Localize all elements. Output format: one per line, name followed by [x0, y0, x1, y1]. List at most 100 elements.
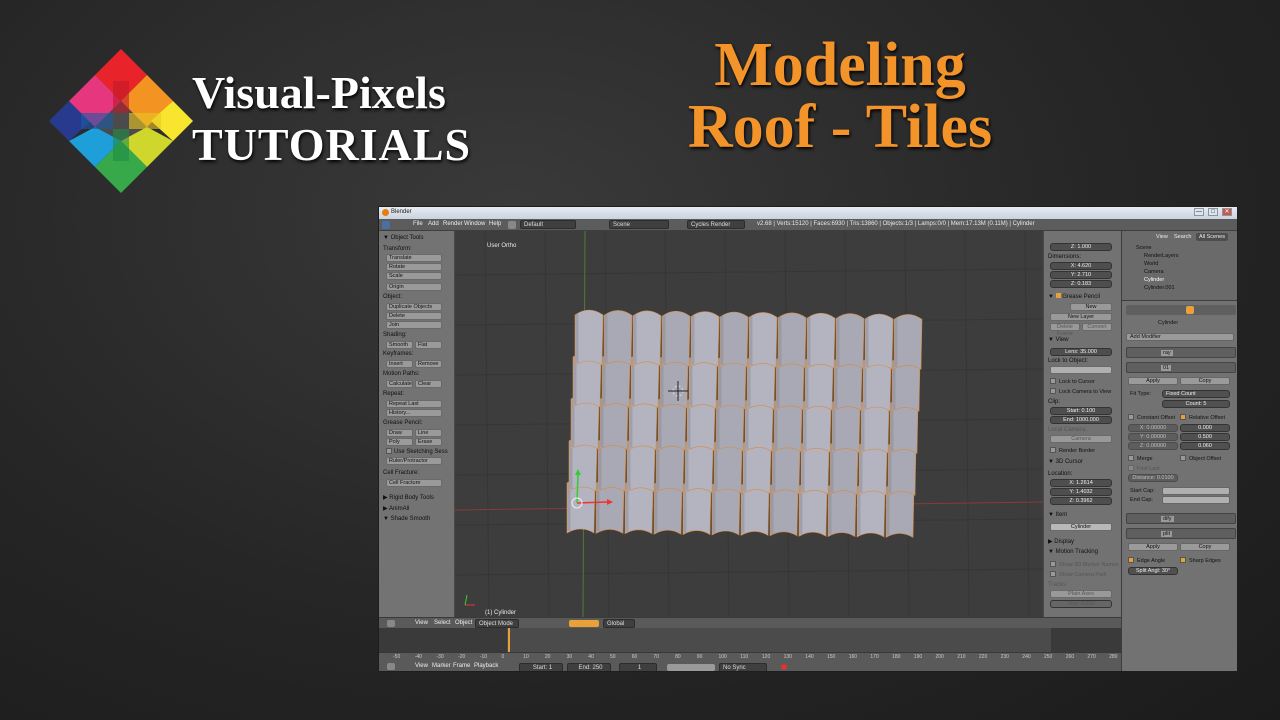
editor-type-icon[interactable]	[387, 620, 395, 627]
clear-button[interactable]: Clear	[415, 380, 442, 388]
modifier-2-name[interactable]: 01	[1161, 365, 1172, 371]
copy-array-button[interactable]: Copy	[1180, 377, 1230, 385]
menu-add[interactable]: Add	[428, 221, 439, 227]
viewport-canvas[interactable]	[455, 231, 1043, 617]
playback-controls[interactable]	[667, 664, 715, 671]
join-button[interactable]: Join	[386, 321, 442, 329]
sharp-edges-checkbox[interactable]: Sharp Edges	[1180, 557, 1221, 564]
draw-button[interactable]: Draw	[386, 429, 413, 437]
outliner-item-scene[interactable]: Scene	[1136, 245, 1152, 251]
constant-x-field[interactable]: X: 0.00000	[1128, 424, 1178, 432]
view-panel[interactable]: ▼ View	[1048, 337, 1069, 343]
outliner-search-menu[interactable]: Search	[1174, 234, 1191, 240]
constant-offset-checkbox[interactable]: Constant Offset	[1128, 414, 1175, 421]
vp-select-menu[interactable]: Select	[434, 620, 451, 626]
add-modifier-dropdown[interactable]: Add Modifier	[1126, 333, 1234, 341]
relative-y-field[interactable]: 0.500	[1180, 433, 1230, 441]
relative-x-field[interactable]: 0.000	[1180, 424, 1230, 432]
roof-tile[interactable]	[777, 312, 807, 369]
track-size-field[interactable]: Size: 0.200	[1050, 600, 1112, 608]
modifier-tab-icon[interactable]	[1186, 306, 1194, 314]
item-panel[interactable]: ▼ Item	[1048, 512, 1067, 518]
dimension-y-field[interactable]: Y: 2.710	[1050, 271, 1112, 279]
cursor-z-field[interactable]: Z: 0.3962	[1050, 497, 1112, 505]
object-tools-header[interactable]: ▼ Object Tools	[383, 235, 424, 241]
clip-start-field[interactable]: Start: 0.100	[1050, 407, 1112, 415]
roof-tile[interactable]	[632, 310, 662, 367]
scale-z-field[interactable]: Z: 1.000	[1050, 243, 1112, 251]
outliner-item-camera[interactable]: Camera	[1144, 269, 1164, 275]
rotate-button[interactable]: Rotate	[386, 263, 442, 271]
roof-tiles-mesh[interactable]	[566, 309, 923, 538]
animall-panel[interactable]: ▶ AnimAll	[383, 505, 409, 512]
lock-object-field[interactable]	[1050, 366, 1112, 374]
tracks-display-field[interactable]: Plain Axes	[1050, 590, 1112, 598]
constant-z-field[interactable]: Z: 0.00000	[1128, 442, 1178, 450]
properties-context-tabs[interactable]	[1126, 305, 1236, 315]
lock-camera-checkbox[interactable]: Lock Camera to View	[1050, 388, 1111, 395]
repeat-last-button[interactable]: Repeat Last	[386, 400, 442, 408]
orientation-selector[interactable]: Global	[603, 619, 635, 628]
dimension-z-field[interactable]: Z: 0.183	[1050, 280, 1112, 288]
outliner-item-cylinder[interactable]: Cylinder	[1144, 277, 1164, 283]
modifier-1-name[interactable]: ray	[1161, 350, 1173, 356]
calculate-button[interactable]: Calculate	[386, 380, 413, 388]
tl-view-menu[interactable]: View	[415, 663, 428, 669]
modifier-3-header[interactable]: dify	[1126, 513, 1236, 524]
apply-split-button[interactable]: Apply	[1128, 543, 1178, 551]
edge-angle-checkbox[interactable]: Edge Angle	[1128, 557, 1165, 564]
rigid-body-panel[interactable]: ▶ Rigid Body Tools	[383, 494, 434, 501]
modifier-3-name[interactable]: dify	[1161, 516, 1174, 522]
modifier-4-name[interactable]: plit	[1161, 531, 1173, 537]
convert-button[interactable]: Convert	[1082, 323, 1112, 331]
outliner-item-renderlayers[interactable]: RenderLayers	[1144, 253, 1179, 259]
menu-render[interactable]: Render	[443, 221, 463, 227]
manipulator-toggles[interactable]	[569, 620, 599, 627]
roof-tile[interactable]	[661, 310, 691, 367]
modifier-4-header[interactable]: plit	[1126, 528, 1236, 539]
end-frame-field[interactable]: End: 250	[567, 663, 611, 671]
tl-marker-menu[interactable]: Marker	[432, 663, 451, 669]
copy-split-button[interactable]: Copy	[1180, 543, 1230, 551]
dimension-x-field[interactable]: X: 4.620	[1050, 262, 1112, 270]
minimize-button[interactable]: —	[1194, 208, 1204, 216]
constant-y-field[interactable]: Y: 0.00000	[1128, 433, 1178, 441]
roof-tile[interactable]	[603, 310, 633, 366]
modifier-2-header[interactable]: 01	[1126, 362, 1236, 373]
new-layer-button[interactable]: New Layer	[1050, 313, 1112, 321]
timeline[interactable]	[379, 628, 1121, 652]
tl-frame-menu[interactable]: Frame	[453, 663, 470, 669]
roof-tile[interactable]	[719, 311, 749, 368]
fit-type-dropdown[interactable]: Fixed Count	[1162, 390, 1230, 398]
origin-button[interactable]: Origin	[386, 283, 442, 291]
cursor-y-field[interactable]: Y: 1.4032	[1050, 488, 1112, 496]
translate-button[interactable]: Translate	[386, 254, 442, 262]
roof-tile[interactable]	[748, 312, 778, 368]
display-panel[interactable]: ▶ Display	[1048, 538, 1074, 545]
split-angle-field[interactable]: Split Angl: 30°	[1128, 567, 1178, 575]
relative-z-field[interactable]: 0.060	[1180, 442, 1230, 450]
merge-checkbox[interactable]: Merge	[1128, 455, 1153, 462]
new-gp-button[interactable]: New	[1070, 303, 1112, 311]
erase-button[interactable]: Erase	[415, 438, 442, 446]
outliner-item-world[interactable]: World	[1144, 261, 1158, 267]
info-editor-icon[interactable]	[382, 221, 390, 229]
menu-help[interactable]: Help	[489, 221, 501, 227]
tl-playback-menu[interactable]: Playback	[474, 663, 498, 669]
cell-fracture-button[interactable]: Cell Fracture	[386, 479, 442, 487]
roof-tile[interactable]	[864, 313, 894, 370]
object-offset-checkbox[interactable]: Object Offset	[1180, 455, 1221, 462]
clip-end-field[interactable]: End: 1000.000	[1050, 416, 1112, 424]
sketching-checkbox[interactable]: Use Sketching Sess	[386, 448, 448, 455]
3d-viewport[interactable]: User Ortho (1) Cylinder	[455, 231, 1043, 617]
remove-keyframe-button[interactable]: Remove	[415, 360, 442, 368]
grease-pencil-panel[interactable]: ▼ Grease Pencil	[1048, 293, 1100, 300]
current-frame-marker[interactable]	[508, 628, 510, 652]
show-3d-marker-checkbox[interactable]: Show 3D Marker Names	[1050, 561, 1119, 568]
display-mode-selector[interactable]: All Scenes	[1196, 233, 1228, 241]
record-icon[interactable]	[781, 664, 787, 670]
start-cap-field[interactable]	[1162, 487, 1230, 495]
sync-mode-selector[interactable]: No Sync	[719, 663, 767, 671]
roof-tile[interactable]	[835, 313, 865, 370]
item-name-field[interactable]: Cylinder	[1050, 523, 1112, 531]
